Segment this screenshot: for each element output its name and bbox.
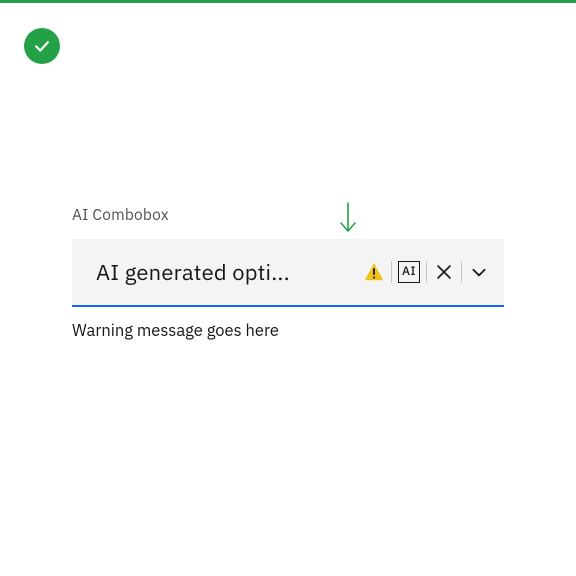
clear-button[interactable] bbox=[427, 256, 461, 288]
check-icon bbox=[32, 36, 52, 56]
combobox-value: AI generated opti... bbox=[96, 258, 357, 287]
chevron-down-icon bbox=[470, 263, 488, 281]
ai-combobox-field: AI Combobox AI generated opti... AI bbox=[72, 205, 504, 341]
helper-text: Warning message goes here bbox=[72, 319, 504, 341]
ai-badge-label: AI bbox=[398, 261, 420, 283]
down-arrow-indicator-icon bbox=[337, 201, 359, 240]
combobox-label: AI Combobox bbox=[72, 205, 504, 225]
close-icon bbox=[436, 264, 452, 280]
dropdown-toggle[interactable] bbox=[462, 256, 496, 288]
ai-badge-icon[interactable]: AI bbox=[392, 256, 426, 288]
combobox-icon-group: AI bbox=[357, 256, 496, 288]
success-top-bar bbox=[0, 0, 576, 3]
success-check-badge bbox=[24, 28, 60, 64]
warning-icon bbox=[357, 256, 391, 288]
ai-combobox[interactable]: AI generated opti... AI bbox=[72, 239, 504, 307]
